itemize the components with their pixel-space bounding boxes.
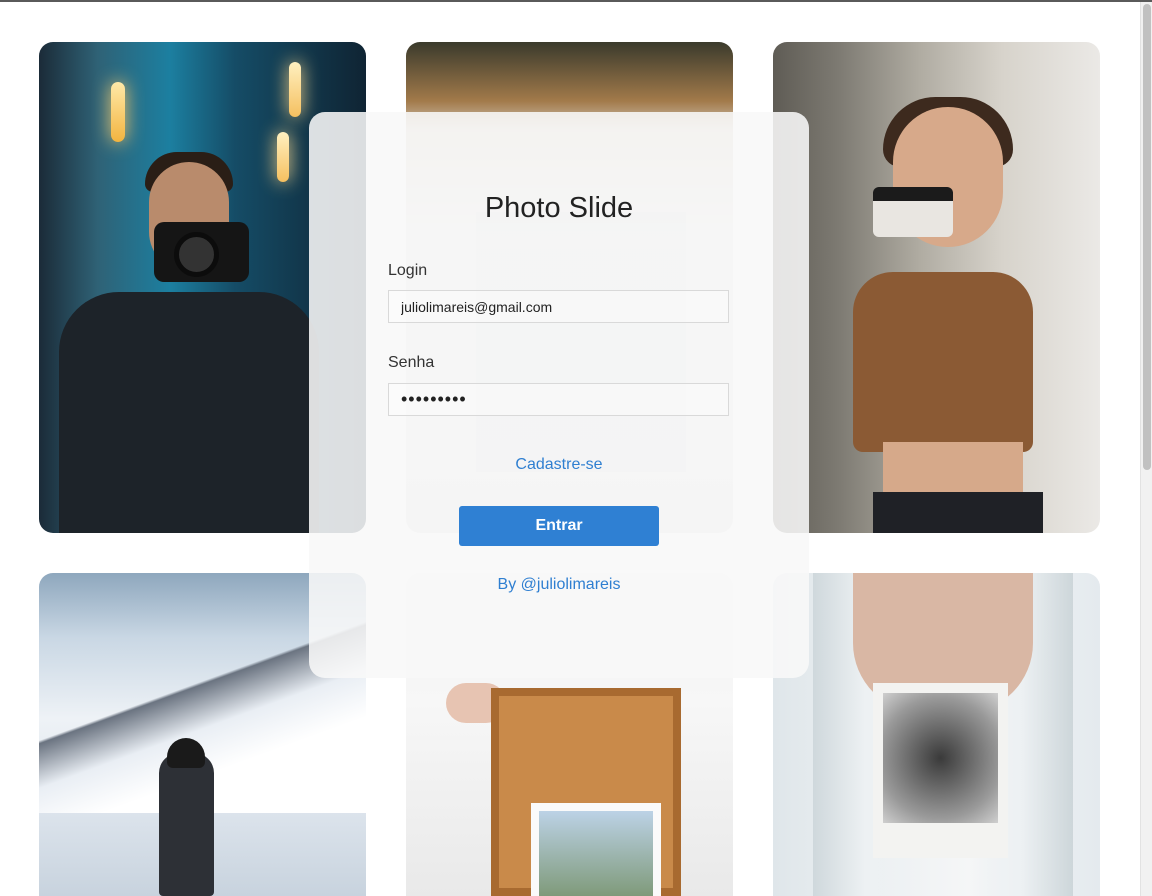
author-credit: By @juliolimareis — [497, 576, 621, 593]
login-label: Login — [388, 262, 428, 279]
login-input[interactable] — [388, 290, 729, 323]
photo-woman-holding-polaroid — [773, 573, 1100, 896]
light-bulb-icon — [289, 62, 301, 117]
photo-woman-with-camera — [773, 42, 1100, 533]
password-label: Senha — [388, 354, 435, 371]
scrollbar-thumb[interactable] — [1143, 4, 1151, 470]
window-top-border — [0, 0, 1152, 2]
password-input[interactable] — [388, 383, 729, 416]
light-bulb-icon — [111, 82, 125, 142]
camera-icon — [873, 187, 953, 237]
vertical-scrollbar[interactable] — [1140, 2, 1152, 896]
light-bulb-icon — [277, 132, 289, 182]
app-title: Photo Slide — [484, 192, 634, 224]
login-button[interactable]: Entrar — [459, 506, 659, 546]
login-card: Photo Slide Login Senha Cadastre-se Entr… — [309, 112, 809, 678]
signup-link[interactable]: Cadastre-se — [309, 456, 809, 474]
